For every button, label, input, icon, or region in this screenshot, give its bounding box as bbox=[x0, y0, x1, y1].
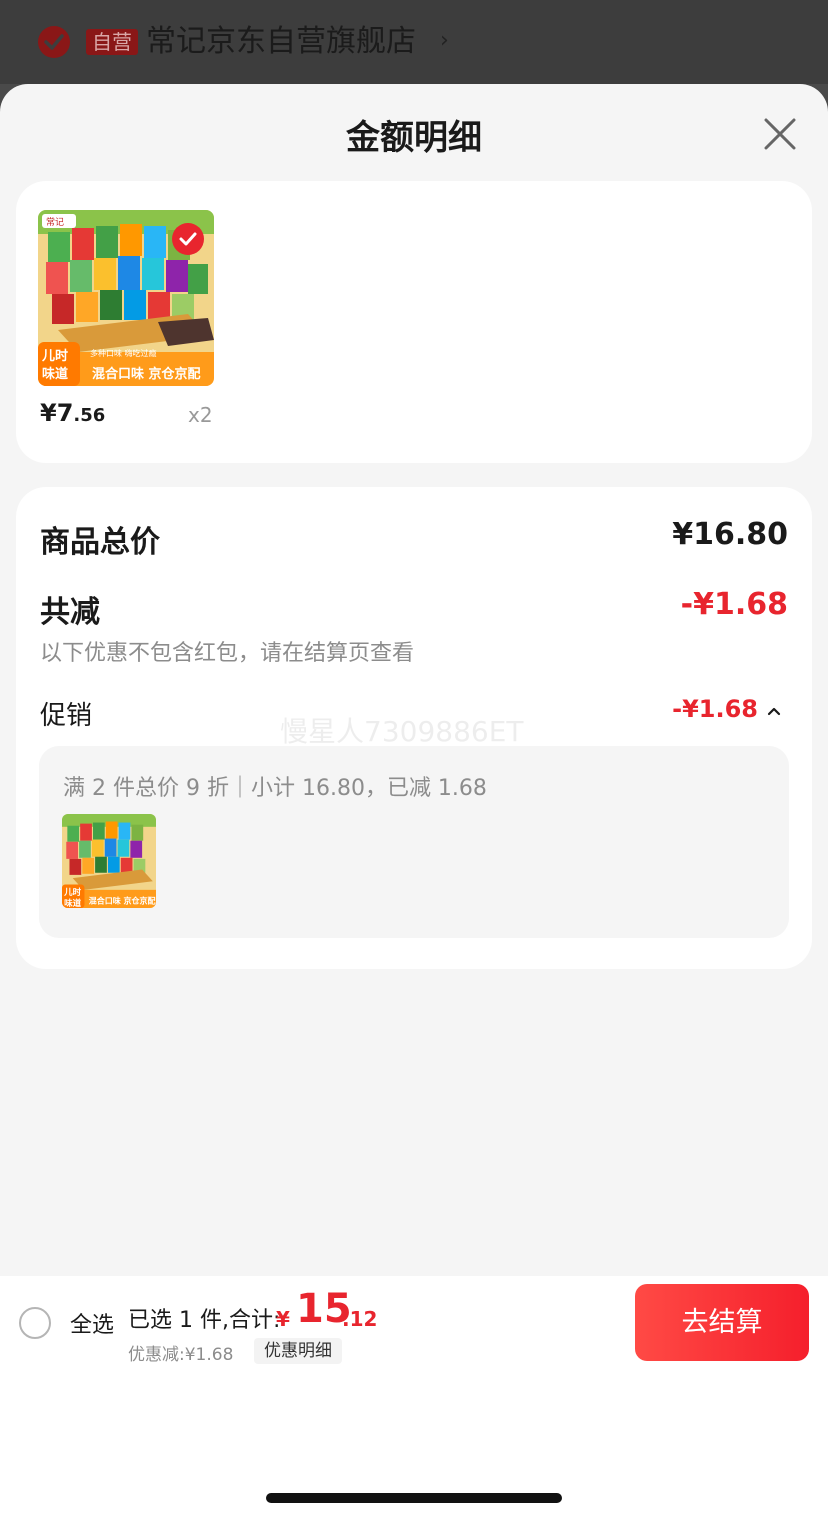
svg-text:混合口味 京仓京配: 混合口味 京仓京配 bbox=[89, 896, 156, 906]
price-yen: ¥7 bbox=[40, 399, 74, 427]
total-currency: ¥ bbox=[276, 1307, 290, 1331]
home-indicator[interactable] bbox=[266, 1493, 562, 1503]
promotion-detail-box: 满 2 件总价 9 折｜小计 16.80，已减 1.68 儿时 味道 混合口味 … bbox=[39, 746, 789, 938]
chevron-right-icon[interactable]: › bbox=[440, 28, 449, 53]
self-operated-badge: 自营 bbox=[86, 29, 138, 55]
promotion-label[interactable]: 促销 bbox=[40, 695, 92, 732]
check-circle-icon[interactable] bbox=[38, 26, 70, 58]
product-price: ¥7.56 bbox=[40, 399, 105, 427]
svg-text:儿时: 儿时 bbox=[63, 886, 82, 898]
sheet-title: 金额明细 bbox=[346, 118, 482, 158]
selected-count-text: 已选 1 件,合计: bbox=[128, 1308, 281, 1333]
reduction-value: -¥1.68 bbox=[680, 587, 788, 622]
discount-amount-text: 优惠减:¥1.68 bbox=[128, 1345, 234, 1365]
store-name[interactable]: 常记京东自营旗舰店 bbox=[146, 22, 416, 62]
svg-text:味道: 味道 bbox=[42, 366, 68, 382]
price-cents: .56 bbox=[73, 405, 106, 426]
svg-text:味道: 味道 bbox=[64, 897, 82, 908]
reduction-note: 以下优惠不包含红包，请在结算页查看 bbox=[40, 641, 415, 666]
svg-text:常记: 常记 bbox=[46, 216, 64, 228]
discount-detail-button[interactable]: 优惠明细 bbox=[254, 1338, 342, 1364]
selected-check-icon[interactable] bbox=[172, 223, 204, 255]
product-quantity: x2 bbox=[188, 403, 213, 427]
reduction-label: 共减 bbox=[40, 595, 100, 630]
total-amount-cents: .12 bbox=[342, 1307, 378, 1331]
promotion-product-thumbnail[interactable]: 儿时 味道 混合口味 京仓京配 bbox=[62, 814, 156, 908]
promotion-value[interactable]: -¥1.68 bbox=[672, 695, 758, 723]
checkout-bar: 全选 已选 1 件,合计: ¥ 15 .12 优惠减:¥1.68 优惠明细 去结… bbox=[0, 1276, 828, 1368]
select-all-label[interactable]: 全选 bbox=[70, 1307, 114, 1339]
svg-text:多种口味 嗨吃过瘾: 多种口味 嗨吃过瘾 bbox=[90, 348, 157, 358]
promotion-detail-text: 满 2 件总价 9 折｜小计 16.80，已减 1.68 bbox=[63, 776, 487, 801]
product-card: 儿时 味道 混合口味 京仓京配 多种口味 嗨吃过瘾 常记 ¥7.56 x2 bbox=[16, 181, 812, 463]
checkout-button[interactable]: 去结算 bbox=[635, 1284, 809, 1361]
close-icon[interactable] bbox=[760, 114, 800, 154]
total-price-value: ¥16.80 bbox=[672, 517, 788, 552]
watermark: 慢星人7309886ET bbox=[280, 715, 524, 748]
store-header: 自营 常记京东自营旗舰店 › bbox=[0, 0, 828, 84]
svg-text:混合口味 京仓京配: 混合口味 京仓京配 bbox=[92, 366, 201, 382]
select-all-checkbox[interactable] bbox=[19, 1307, 51, 1339]
total-price-label: 商品总价 bbox=[40, 525, 160, 560]
svg-text:儿时: 儿时 bbox=[41, 348, 68, 364]
chevron-up-icon[interactable] bbox=[766, 701, 782, 722]
